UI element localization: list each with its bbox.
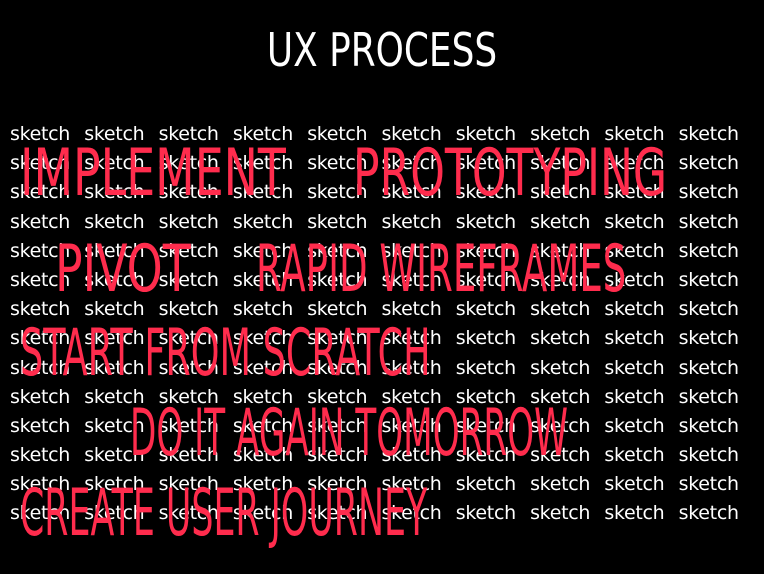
sketch-word: sketch <box>678 210 739 233</box>
phrase-prototyping: PROTOTYPING <box>353 134 668 211</box>
sketch-word: sketch <box>530 502 591 525</box>
sketch-word: sketch <box>678 268 739 291</box>
sketch-word: sketch <box>530 356 591 379</box>
sketch-word: sketch <box>678 123 739 145</box>
phrase-do-it-again-tomorrow: DO IT AGAIN TOMORROW <box>130 394 568 471</box>
sketch-word: sketch <box>678 152 739 175</box>
sketch-word: sketch <box>678 298 739 321</box>
sketch-word: sketch <box>455 473 516 496</box>
sketch-word: sketch <box>678 385 739 408</box>
sketch-word: sketch <box>678 414 739 437</box>
sketch-word: sketch <box>530 327 591 350</box>
sketch-word: sketch <box>678 473 739 496</box>
phrase-start-from-scratch: START FROM SCRATCH <box>20 314 431 391</box>
sketch-word: sketch <box>604 502 665 525</box>
sketch-word: sketch <box>678 239 739 262</box>
sketch-word: sketch <box>455 356 516 379</box>
sketch-word: sketch <box>455 502 516 525</box>
sketch-word: sketch <box>678 327 739 350</box>
phrase-create-user-journey: CREATE USER JOURNEY <box>20 474 428 551</box>
sketch-word: sketch <box>678 502 739 525</box>
sketch-word: sketch <box>604 356 665 379</box>
sketch-word: sketch <box>10 444 71 467</box>
sketch-word: sketch <box>455 327 516 350</box>
sketch-word: sketch <box>678 356 739 379</box>
sketch-word: sketch <box>604 473 665 496</box>
sketch-word: sketch <box>604 414 665 437</box>
phrase-implement: IMPLEMENT <box>20 134 286 211</box>
sketch-word: sketch <box>604 444 665 467</box>
sketch-word: sketch <box>678 181 739 204</box>
sketch-word: sketch <box>10 414 71 437</box>
sketch-word: sketch <box>530 473 591 496</box>
sketch-word: sketch <box>604 385 665 408</box>
phrase-rapid-wireframes: RAPID WIREFRAMES <box>256 230 627 307</box>
sketch-word: sketch <box>678 444 739 467</box>
phrase-pivot: PIVOT <box>55 230 191 307</box>
sketch-word: sketch <box>604 327 665 350</box>
page-title: UX PROCESS <box>266 23 498 77</box>
